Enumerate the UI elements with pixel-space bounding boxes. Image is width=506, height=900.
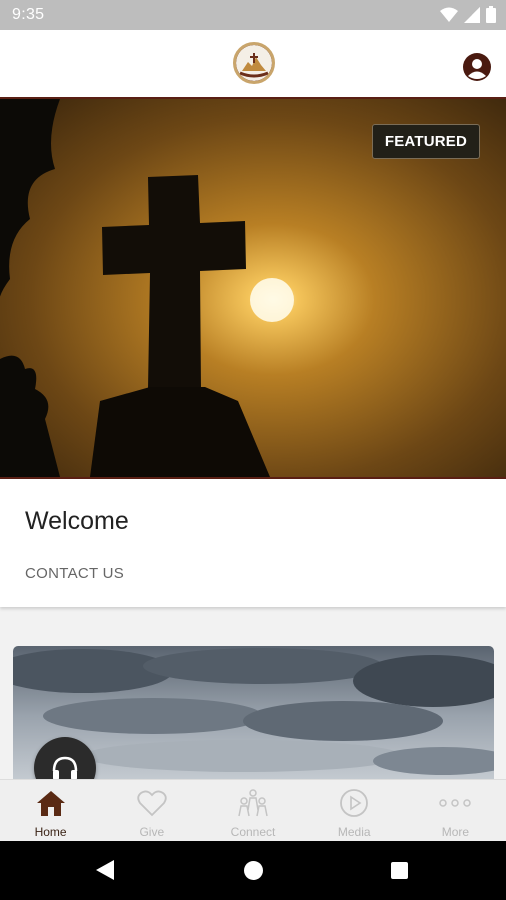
account-circle-icon (463, 53, 491, 81)
nav-label-home: Home (34, 825, 67, 839)
profile-button[interactable] (462, 52, 492, 82)
back-icon[interactable] (96, 860, 114, 880)
featured-badge: FEATURED (371, 124, 480, 159)
welcome-card: Welcome CONTACT US (0, 479, 506, 607)
nav-item-connect[interactable]: Connect (202, 780, 303, 842)
heart-icon (137, 790, 167, 817)
contact-us-link[interactable]: CONTACT US (25, 565, 124, 582)
nav-label-more: More (441, 825, 470, 839)
system-nav-bar (0, 841, 506, 900)
cellular-icon (464, 6, 480, 23)
nav-label-give: Give (139, 825, 165, 839)
status-bar: 9:35 (0, 0, 506, 30)
welcome-title: Welcome (25, 507, 129, 535)
wifi-icon (440, 7, 458, 22)
status-icons (440, 6, 496, 23)
church-logo-icon[interactable] (233, 42, 275, 84)
nav-item-give[interactable]: Give (101, 780, 202, 842)
featured-hero[interactable]: FEATURED (0, 99, 506, 477)
home-icon (36, 791, 65, 816)
nav-label-connect: Connect (230, 825, 276, 839)
bottom-nav: Home Give Connect Media More (0, 779, 506, 842)
recent-apps-icon[interactable] (391, 862, 408, 879)
nav-item-media[interactable]: Media (304, 780, 405, 842)
battery-icon (486, 6, 496, 23)
app-bar (0, 30, 506, 98)
more-dots-icon (439, 799, 472, 807)
nav-item-more[interactable]: More (405, 780, 506, 842)
people-icon (238, 789, 268, 817)
nav-item-home[interactable]: Home (0, 780, 101, 842)
play-circle-icon (340, 789, 369, 817)
status-time: 9:35 (12, 6, 45, 23)
home-circle-icon[interactable] (244, 861, 263, 880)
nav-label-media: Media (337, 825, 371, 839)
